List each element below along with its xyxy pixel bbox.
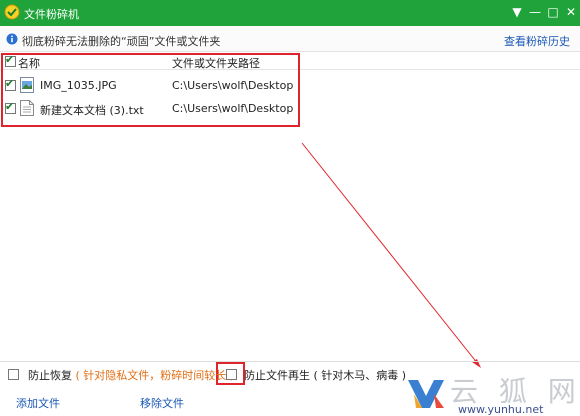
- watermark-logo-icon: [408, 380, 444, 408]
- annotation-box-file-list: [1, 53, 300, 127]
- prevent-regeneration-label[interactable]: 防止文件再生 ( 针对木马、病毒 ): [244, 367, 406, 383]
- close-button[interactable]: ✕: [562, 3, 580, 21]
- prevent-recovery-hint: ( 针对隐私文件，粉碎时间较长 ): [75, 369, 235, 382]
- prevent-recovery-label[interactable]: 防止恢复 ( 针对隐私文件，粉碎时间较长 ): [28, 367, 234, 383]
- title-bar: 文件粉碎机 ▼ — □ ✕: [0, 0, 580, 26]
- minimize-button[interactable]: —: [526, 3, 544, 21]
- prevent-regeneration-hint: ( 针对木马、病毒 ): [313, 369, 407, 382]
- maximize-button[interactable]: □: [544, 3, 562, 21]
- view-history-link[interactable]: 查看粉碎历史: [504, 33, 570, 49]
- info-text: 彻底粉碎无法删除的“顽固”文件或文件夹: [22, 35, 221, 48]
- prevent-recovery-text: 防止恢复: [28, 369, 72, 382]
- prevent-regeneration-text: 防止文件再生: [244, 369, 310, 382]
- info-bar: 彻底粉碎无法删除的“顽固”文件或文件夹 查看粉碎历史: [0, 26, 580, 52]
- watermark: 云 狐 网 www.yunhu.net: [404, 370, 580, 416]
- info-icon: [6, 33, 18, 45]
- prevent-recovery-checkbox[interactable]: [8, 369, 19, 380]
- window-title: 文件粉碎机: [24, 8, 79, 21]
- menu-dropdown-icon[interactable]: ▼: [508, 3, 526, 21]
- watermark-url: www.yunhu.net: [458, 403, 544, 416]
- add-file-button[interactable]: 添加文件: [16, 395, 60, 411]
- remove-file-button[interactable]: 移除文件: [140, 395, 184, 411]
- app-shield-icon: [4, 4, 20, 20]
- prevent-regeneration-checkbox[interactable]: [226, 369, 237, 380]
